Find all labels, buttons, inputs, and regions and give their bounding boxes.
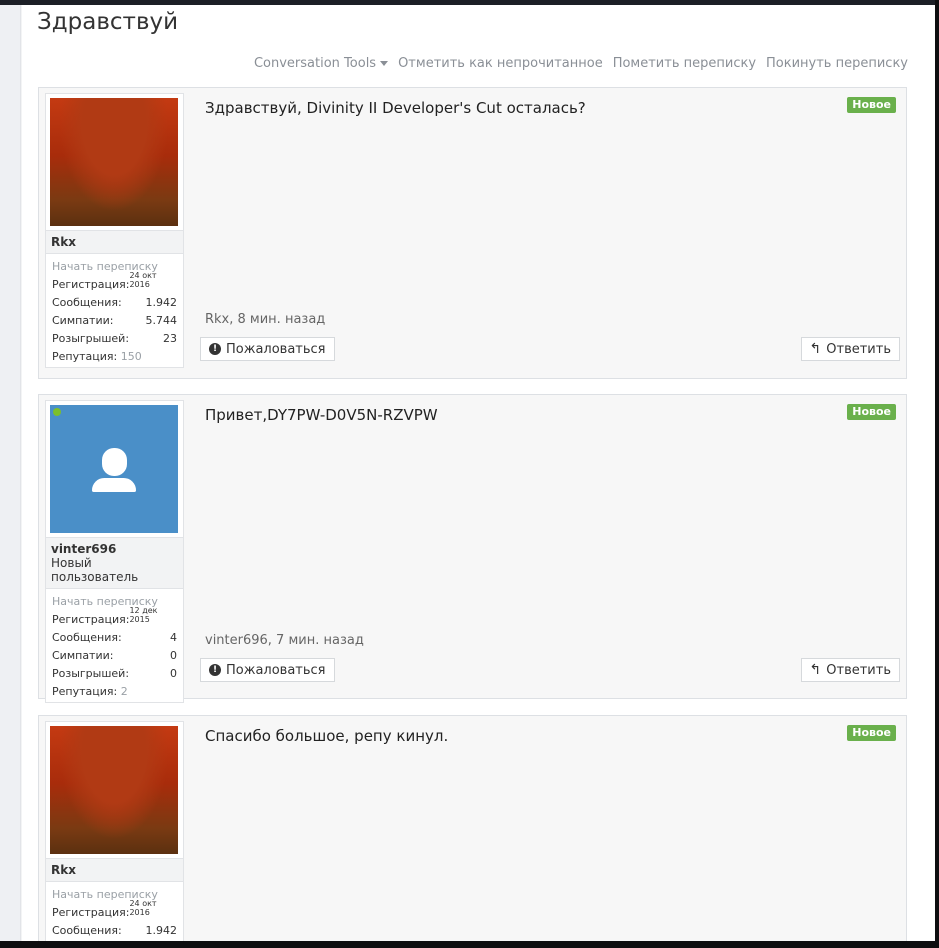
conversation-tools-label: Conversation Tools [253, 56, 377, 71]
message-text: Спасибо большое, репу кинул. [205, 727, 449, 745]
chevron-down-icon [380, 61, 389, 66]
message: Rkx Начать переписку Регистрация: 24 окт … [38, 715, 907, 941]
reputation-value: 2 [120, 684, 128, 698]
default-user-icon-body [92, 478, 136, 492]
mark-unread-link[interactable]: Отметить как непрочитанное [398, 56, 603, 71]
user-info-panel: Rkx Начать переписку Регистрация: 24 окт … [45, 721, 184, 941]
reply-icon: ↰ [809, 662, 822, 678]
conversation-page: Здравствуй Conversation Tools Отметить к… [22, 5, 935, 941]
leave-conversation-link[interactable]: Покинуть переписку [766, 56, 908, 71]
likes-label: Симпатии: [52, 313, 114, 327]
likes-value: 5.744 [145, 313, 178, 327]
posts-label: Сообщения: [52, 630, 122, 644]
message-text: Привет,DY7PW-D0V5N-RZVPW [205, 406, 438, 424]
likes-value: 0 [170, 648, 177, 662]
user-stats: Начать переписку Регистрация: 12 дек 2015… [46, 589, 183, 702]
report-button[interactable]: ! Пожаловаться [200, 337, 335, 361]
reputation-label: Репутация: [52, 684, 118, 698]
username-block: vinter696 Новый пользователь [46, 537, 183, 589]
user-info-panel: Rkx Начать переписку Регистрация: 24 окт … [45, 93, 184, 368]
avatar[interactable] [50, 405, 178, 533]
report-label: Пожаловаться [226, 662, 326, 678]
registration-value: 12 дек 2015 [129, 606, 158, 624]
reply-icon: ↰ [809, 341, 822, 357]
giveaways-value: 23 [163, 331, 177, 345]
new-badge: Новое [847, 404, 896, 420]
user-stats: Начать переписку Регистрация: 24 окт 2016… [46, 882, 183, 941]
new-badge: Новое [847, 97, 896, 113]
posts-label: Сообщения: [52, 295, 122, 309]
new-badge: Новое [847, 725, 896, 741]
exclamation-icon: ! [209, 343, 221, 355]
bottom-bar [0, 941, 939, 948]
avatar[interactable] [50, 726, 178, 854]
message-meta[interactable]: Rkx, 8 мин. назад [205, 312, 325, 327]
online-indicator-icon [53, 408, 61, 416]
reputation-label: Репутация: [52, 349, 118, 363]
posts-label: Сообщения: [52, 923, 122, 937]
exclamation-icon: ! [209, 664, 221, 676]
registration-label: Регистрация: [52, 612, 130, 626]
giveaways-value: 0 [170, 666, 177, 680]
message: Rkx Начать переписку Регистрация: 24 окт … [38, 87, 907, 379]
giveaways-label: Розыгрышей: [52, 666, 130, 680]
reputation-value: 150 [120, 349, 142, 363]
avatar[interactable] [50, 98, 178, 226]
registration-value: 24 окт 2016 [129, 899, 157, 917]
left-side-strip [0, 5, 21, 941]
user-info-panel: vinter696 Новый пользователь Начать пере… [45, 400, 184, 703]
default-user-icon [102, 448, 127, 476]
reply-label: Ответить [826, 662, 891, 678]
registration-label: Регистрация: [52, 905, 130, 919]
reply-button[interactable]: ↰ Ответить [800, 658, 900, 682]
giveaways-label: Розыгрышей: [52, 331, 130, 345]
right-edge [935, 0, 939, 948]
username[interactable]: Rkx [46, 230, 183, 254]
conversation-tools-bar: Conversation Tools Отметить как непрочит… [254, 56, 908, 71]
registration-value: 24 окт 2016 [129, 271, 157, 289]
report-label: Пожаловаться [226, 341, 326, 357]
posts-value[interactable]: 1.942 [146, 924, 178, 937]
posts-value[interactable]: 4 [170, 631, 177, 644]
reply-label: Ответить [826, 341, 891, 357]
username[interactable]: vinter696 [51, 542, 116, 556]
posts-value[interactable]: 1.942 [146, 296, 178, 309]
user-stats: Начать переписку Регистрация: 24 окт 2016… [46, 254, 183, 367]
conversation-tools-dropdown[interactable]: Conversation Tools [253, 56, 389, 71]
user-title: Новый пользователь [51, 556, 139, 584]
likes-label: Симпатии: [52, 648, 114, 662]
flag-conversation-link[interactable]: Пометить переписку [613, 56, 756, 71]
reply-button[interactable]: ↰ Ответить [800, 337, 900, 361]
message-text: Здравствуй, Divinity II Developer's Cut … [205, 99, 586, 117]
message-meta[interactable]: vinter696, 7 мин. назад [205, 633, 364, 648]
page-title: Здравствуй [37, 9, 179, 35]
message: vinter696 Новый пользователь Начать пере… [38, 394, 907, 703]
registration-label: Регистрация: [52, 277, 130, 291]
report-button[interactable]: ! Пожаловаться [200, 658, 335, 682]
username[interactable]: Rkx [46, 858, 183, 882]
